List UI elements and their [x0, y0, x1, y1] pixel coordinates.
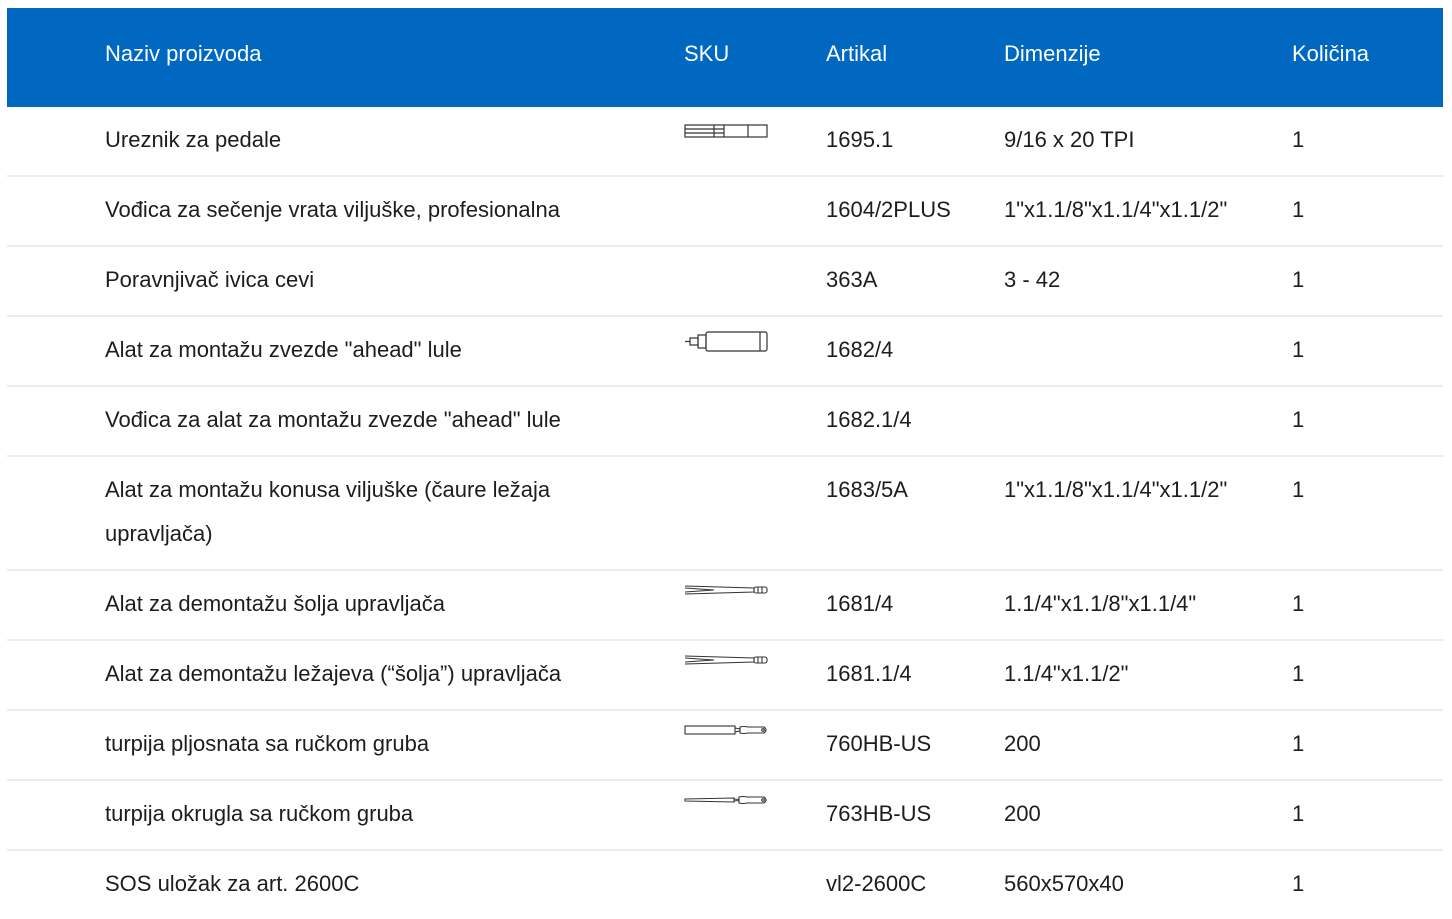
- table-row: Vođica za sečenje vrata viljuške, profes…: [7, 177, 1443, 247]
- tap-tool-icon: [684, 121, 768, 145]
- column-header-name: Naziv proizvoda: [105, 41, 262, 66]
- dimensions: 1"x1.1/8"x1.1/4"x1.1/2": [1004, 197, 1228, 222]
- table-header: Naziv proizvoda SKU Artikal Dimenzije Ko…: [7, 8, 1443, 107]
- article-number: 1682.1/4: [826, 407, 912, 432]
- quantity: 1: [1292, 197, 1305, 222]
- setting-tool-icon: [684, 331, 768, 355]
- dimensions: 1"x1.1/8"x1.1/4"x1.1/2": [1004, 477, 1228, 502]
- quantity: 1: [1292, 337, 1305, 362]
- dimensions: 200: [1004, 731, 1041, 756]
- article-number: 1683/5A: [826, 477, 908, 502]
- column-header-quantity: Količina: [1292, 41, 1370, 66]
- article-number: vl2-2600C: [826, 871, 927, 896]
- quantity: 1: [1292, 477, 1305, 502]
- table-row: Poravnjivač ivica cevi 363A 3 - 42 1: [7, 247, 1443, 317]
- product-name: Alat za montažu konusa viljuške (čaure l…: [105, 477, 551, 546]
- flat-file-icon: [684, 725, 768, 749]
- article-number: 763HB-US: [826, 801, 932, 826]
- article-number: 1604/2PLUS: [826, 197, 951, 222]
- product-name: Alat za montažu zvezde "ahead" lule: [105, 337, 462, 362]
- quantity: 1: [1292, 407, 1305, 432]
- dimensions: 200: [1004, 801, 1041, 826]
- quantity: 1: [1292, 267, 1305, 292]
- product-name: turpija pljosnata sa ručkom gruba: [105, 731, 430, 756]
- table-row: turpija pljosnata sa ručkom gruba 760HB-…: [7, 711, 1443, 781]
- product-name: Alat za demontažu šolja upravljača: [105, 591, 445, 616]
- article-number: 1682/4: [826, 337, 894, 362]
- dimensions: 9/16 x 20 TPI: [1004, 127, 1135, 152]
- table-row: SOS uložak za art. 2600C vl2-2600C 560x5…: [7, 851, 1443, 919]
- product-name: turpija okrugla sa ručkom gruba: [105, 801, 414, 826]
- product-table: Naziv proizvoda SKU Artikal Dimenzije Ko…: [7, 8, 1443, 919]
- cup-remover-icon: [684, 585, 768, 609]
- article-number: 1695.1: [826, 127, 894, 152]
- article-number: 1681.1/4: [826, 661, 912, 686]
- quantity: 1: [1292, 127, 1305, 152]
- table-row: Alat za montažu zvezde "ahead" lule 1682…: [7, 317, 1443, 387]
- dimensions: 560x570x40: [1004, 871, 1124, 896]
- article-number: 760HB-US: [826, 731, 932, 756]
- product-name: Poravnjivač ivica cevi: [105, 267, 315, 292]
- article-number: 1681/4: [826, 591, 894, 616]
- table-row: Alat za demontažu šolja upravljača 1681/…: [7, 571, 1443, 641]
- quantity: 1: [1292, 591, 1305, 616]
- dimensions: 1.1/4"x1.1/8"x1.1/4": [1004, 591, 1197, 616]
- column-header-dimensions: Dimenzije: [1004, 41, 1101, 66]
- column-header-sku: SKU: [684, 41, 730, 66]
- product-name: Vođica za sečenje vrata viljuške, profes…: [105, 197, 560, 222]
- table-row: Alat za demontažu ležajeva (“šolja”) upr…: [7, 641, 1443, 711]
- dimensions: 1.1/4"x1.1/2": [1004, 661, 1129, 686]
- table-row: Vođica za alat za montažu zvezde "ahead"…: [7, 387, 1443, 457]
- quantity: 1: [1292, 731, 1305, 756]
- table-row: turpija okrugla sa ručkom gruba 763HB-US…: [7, 781, 1443, 851]
- quantity: 1: [1292, 661, 1305, 686]
- product-name: Vođica za alat za montažu zvezde "ahead"…: [105, 407, 561, 432]
- quantity: 1: [1292, 871, 1305, 896]
- table-row: Ureznik za pedale 1695.1 9/16 x 20 TPI 1: [7, 107, 1443, 177]
- table-row: Alat za montažu konusa viljuške (čaure l…: [7, 457, 1443, 571]
- column-header-article: Artikal: [826, 41, 888, 66]
- cup-remover-icon: [684, 655, 768, 679]
- product-name: Alat za demontažu ležajeva (“šolja”) upr…: [105, 661, 562, 686]
- product-name: Ureznik za pedale: [105, 127, 282, 152]
- dimensions: 3 - 42: [1004, 267, 1061, 292]
- article-number: 363A: [826, 267, 878, 292]
- round-file-icon: [684, 795, 768, 819]
- product-name: SOS uložak za art. 2600C: [105, 871, 360, 896]
- quantity: 1: [1292, 801, 1305, 826]
